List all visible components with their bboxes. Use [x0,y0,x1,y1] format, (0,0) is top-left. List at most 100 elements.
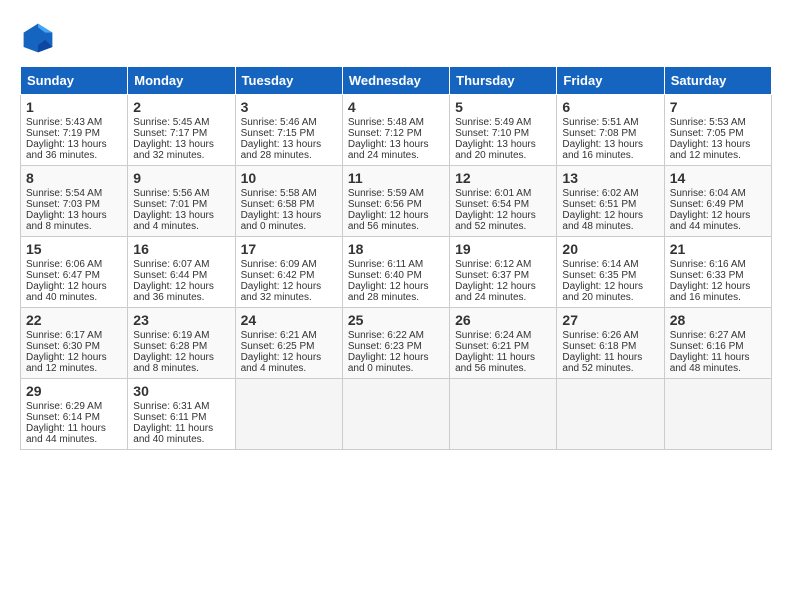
calendar-cell: 10Sunrise: 5:58 AMSunset: 6:58 PMDayligh… [235,166,342,237]
sunset-text: Sunset: 6:47 PM [26,270,100,281]
sunrise-text: Sunrise: 5:48 AM [348,117,424,128]
day-number: 2 [133,99,229,115]
daylight-text: Daylight: 12 hours and 16 minutes. [670,281,751,303]
sunset-text: Sunset: 6:54 PM [455,199,529,210]
sunrise-text: Sunrise: 6:02 AM [562,188,638,199]
daylight-text: Daylight: 13 hours and 0 minutes. [241,210,322,232]
day-number: 3 [241,99,337,115]
calendar-cell: 16Sunrise: 6:07 AMSunset: 6:44 PMDayligh… [128,237,235,308]
calendar-cell: 27Sunrise: 6:26 AMSunset: 6:18 PMDayligh… [557,308,664,379]
daylight-text: Daylight: 13 hours and 8 minutes. [26,210,107,232]
sunset-text: Sunset: 7:12 PM [348,128,422,139]
weekday-header-sunday: Sunday [21,67,128,95]
calendar-cell: 19Sunrise: 6:12 AMSunset: 6:37 PMDayligh… [450,237,557,308]
day-number: 4 [348,99,444,115]
day-number: 20 [562,241,658,257]
sunset-text: Sunset: 6:11 PM [133,412,206,423]
calendar-week-row: 15Sunrise: 6:06 AMSunset: 6:47 PMDayligh… [21,237,772,308]
day-number: 23 [133,312,229,328]
calendar-cell: 17Sunrise: 6:09 AMSunset: 6:42 PMDayligh… [235,237,342,308]
sunrise-text: Sunrise: 6:29 AM [26,401,102,412]
day-number: 30 [133,383,229,399]
sunrise-text: Sunrise: 5:58 AM [241,188,317,199]
sunset-text: Sunset: 6:33 PM [670,270,744,281]
sunset-text: Sunset: 6:58 PM [241,199,315,210]
calendar-cell: 14Sunrise: 6:04 AMSunset: 6:49 PMDayligh… [664,166,771,237]
sunset-text: Sunset: 7:01 PM [133,199,207,210]
daylight-text: Daylight: 11 hours and 56 minutes. [455,352,535,374]
calendar-cell: 4 Sunrise: 5:48 AMSunset: 7:12 PMDaylight… [342,95,449,166]
day-number: 8 [26,170,122,186]
calendar-cell: 12Sunrise: 6:01 AMSunset: 6:54 PMDayligh… [450,166,557,237]
daylight-text: Daylight: 12 hours and 28 minutes. [348,281,429,303]
daylight-text: Daylight: 12 hours and 52 minutes. [455,210,536,232]
sunset-text: Sunset: 7:10 PM [455,128,529,139]
weekday-header-tuesday: Tuesday [235,67,342,95]
sunset-text: Sunset: 7:05 PM [670,128,744,139]
daylight-text: Daylight: 13 hours and 16 minutes. [562,139,643,161]
day-number: 13 [562,170,658,186]
sunset-text: Sunset: 7:19 PM [26,128,100,139]
sunrise-text: Sunrise: 6:27 AM [670,330,746,341]
sunset-text: Sunset: 6:49 PM [670,199,744,210]
daylight-text: Daylight: 12 hours and 56 minutes. [348,210,429,232]
day-number: 25 [348,312,444,328]
calendar-cell: 1Sunrise: 5:43 AMSunset: 7:19 PMDaylight… [21,95,128,166]
calendar-cell: 8Sunrise: 5:54 AMSunset: 7:03 PMDaylight… [21,166,128,237]
sunrise-text: Sunrise: 5:43 AM [26,117,102,128]
sunset-text: Sunset: 6:35 PM [562,270,636,281]
sunrise-text: Sunrise: 6:16 AM [670,259,746,270]
sunset-text: Sunset: 7:03 PM [26,199,100,210]
day-number: 22 [26,312,122,328]
day-number: 11 [348,170,444,186]
calendar-cell: 7Sunrise: 5:53 AMSunset: 7:05 PMDaylight… [664,95,771,166]
sunrise-text: Sunrise: 6:31 AM [133,401,209,412]
calendar-cell [235,379,342,450]
daylight-text: Daylight: 12 hours and 12 minutes. [26,352,107,374]
sunrise-text: Sunrise: 5:56 AM [133,188,209,199]
day-number: 24 [241,312,337,328]
day-number: 7 [670,99,766,115]
sunset-text: Sunset: 6:30 PM [26,341,100,352]
sunrise-text: Sunrise: 6:17 AM [26,330,102,341]
sunset-text: Sunset: 6:56 PM [348,199,422,210]
calendar-cell: 21Sunrise: 6:16 AMSunset: 6:33 PMDayligh… [664,237,771,308]
day-number: 5 [455,99,551,115]
day-number: 18 [348,241,444,257]
calendar-cell [342,379,449,450]
sunset-text: Sunset: 6:42 PM [241,270,315,281]
sunrise-text: Sunrise: 6:09 AM [241,259,317,270]
sunrise-text: Sunrise: 6:26 AM [562,330,638,341]
sunset-text: Sunset: 6:37 PM [455,270,529,281]
day-number: 19 [455,241,551,257]
daylight-text: Daylight: 13 hours and 28 minutes. [241,139,322,161]
daylight-text: Daylight: 13 hours and 24 minutes. [348,139,429,161]
sunset-text: Sunset: 6:51 PM [562,199,636,210]
sunset-text: Sunset: 6:14 PM [26,412,100,423]
calendar-cell: 18Sunrise: 6:11 AMSunset: 6:40 PMDayligh… [342,237,449,308]
day-number: 27 [562,312,658,328]
calendar-cell: 3Sunrise: 5:46 AMSunset: 7:15 PMDaylight… [235,95,342,166]
daylight-text: Daylight: 12 hours and 4 minutes. [241,352,322,374]
daylight-text: Daylight: 11 hours and 44 minutes. [26,423,106,445]
sunset-text: Sunset: 6:21 PM [455,341,529,352]
calendar-week-row: 8Sunrise: 5:54 AMSunset: 7:03 PMDaylight… [21,166,772,237]
calendar-cell: 2Sunrise: 5:45 AMSunset: 7:17 PMDaylight… [128,95,235,166]
calendar-table: SundayMondayTuesdayWednesdayThursdayFrid… [20,66,772,450]
daylight-text: Daylight: 13 hours and 12 minutes. [670,139,751,161]
calendar-cell [450,379,557,450]
daylight-text: Daylight: 12 hours and 32 minutes. [241,281,322,303]
day-number: 15 [26,241,122,257]
sunrise-text: Sunrise: 5:46 AM [241,117,317,128]
day-number: 9 [133,170,229,186]
daylight-text: Daylight: 13 hours and 36 minutes. [26,139,107,161]
calendar-week-row: 22Sunrise: 6:17 AMSunset: 6:30 PMDayligh… [21,308,772,379]
calendar-week-row: 29Sunrise: 6:29 AMSunset: 6:14 PMDayligh… [21,379,772,450]
day-number: 6 [562,99,658,115]
sunrise-text: Sunrise: 5:49 AM [455,117,531,128]
sunrise-text: Sunrise: 6:07 AM [133,259,209,270]
weekday-header-saturday: Saturday [664,67,771,95]
sunset-text: Sunset: 6:25 PM [241,341,315,352]
weekday-header-friday: Friday [557,67,664,95]
sunrise-text: Sunrise: 6:22 AM [348,330,424,341]
